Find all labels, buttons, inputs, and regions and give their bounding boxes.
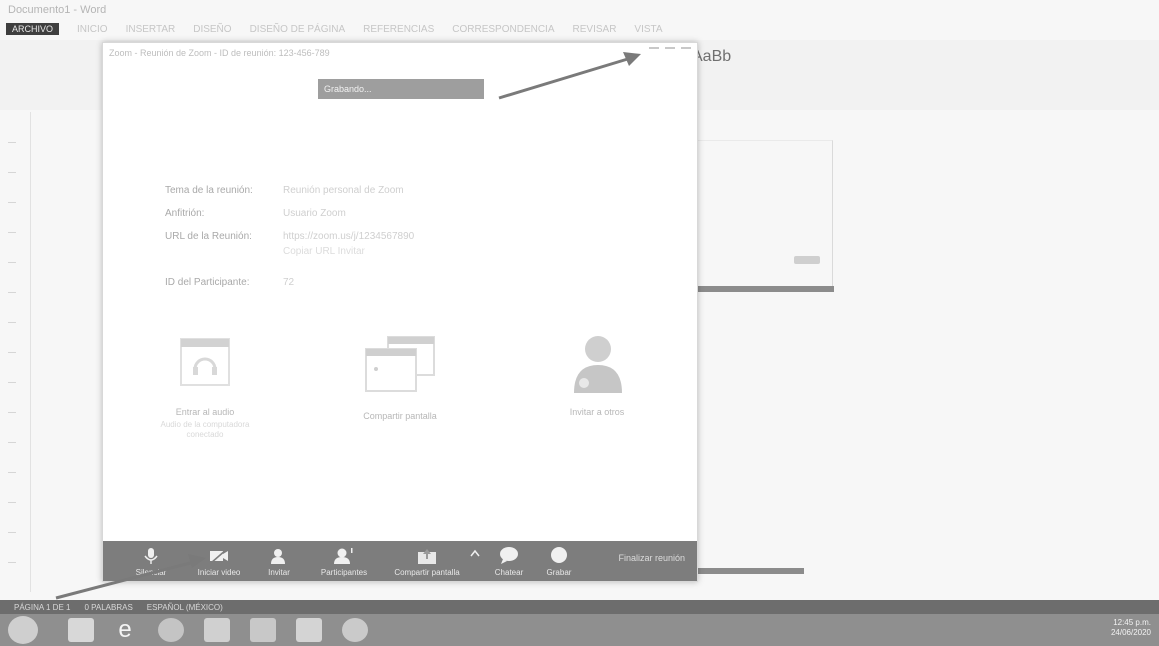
background-dialog [692,140,833,286]
microphone-icon [144,548,158,564]
feature-subcaption: Audio de la computadora conectado [160,420,250,439]
ribbon-tab[interactable]: REFERENCIAS [363,24,434,35]
share-screen-icon [365,336,435,392]
participants-label: Participantes [320,568,368,577]
chat-button[interactable]: Chatear [489,545,529,577]
background-strip [692,568,804,574]
chrome-icon[interactable] [158,618,184,642]
folder-icon[interactable] [250,618,276,642]
chat-bubble-icon [500,547,518,564]
close-icon[interactable] [681,47,691,57]
file-tab[interactable]: ARCHIVO [6,23,60,35]
person-icon [574,336,622,393]
host-value: Usuario Zoom [283,208,346,219]
feature-caption: Entrar al audio [175,407,235,417]
topic-value: Reunión personal de Zoom [283,185,404,196]
headset-window-icon [180,338,230,386]
recording-badge: Grabando... [318,79,484,99]
video-camera-icon [210,548,228,564]
host-label: Anfitrión: [165,208,205,219]
clock-time: 12:45 p.m. [1113,618,1151,627]
join-audio-option[interactable]: Entrar al audio Audio de la computadora … [155,335,255,440]
feature-caption: Invitar a otros [569,407,625,417]
clock-date: 24/06/2020 [1110,628,1151,637]
file-explorer-icon[interactable] [68,618,94,642]
word-count[interactable]: 0 PALABRAS [84,603,132,612]
invite-person-icon [271,549,285,564]
document-title: Documento1 - Word [8,4,107,16]
language-indicator[interactable]: ESPAÑOL (MÉXICO) [147,603,223,612]
vertical-ruler [0,112,31,592]
windows-taskbar: e 12:45 p.m. 24/06/2020 [0,614,1159,646]
ribbon-tab[interactable]: REVISAR [573,24,617,35]
mute-label: Silenciar [135,568,167,577]
participant-id-value: 72 [283,277,295,288]
ribbon-tabs: ARCHIVO INICIO INSERTAR DISEÑO DISEÑO DE… [0,20,1159,38]
share-arrow-icon [418,549,436,564]
minimize-icon[interactable] [649,47,659,57]
start-video-button[interactable]: Iniciar video [193,547,245,577]
ribbon-tab[interactable]: INSERTAR [126,24,176,35]
ribbon-tab[interactable]: VISTA [634,24,662,35]
share-screen-option[interactable]: Compartir pantalla [355,335,445,421]
participant-id-label: ID del Participante: [165,277,250,288]
participants-button[interactable]: Participantes [315,547,373,577]
record-icon [551,547,567,563]
zoom-meeting-window: Zoom - Reunión de Zoom - ID de reunión: … [102,42,698,582]
participants-icon [334,548,353,564]
invite-label: Invitar [268,568,290,577]
ribbon-tab[interactable]: CORRESPONDENCIA [452,24,554,35]
invite-button[interactable]: Invitar [259,547,299,577]
page-count[interactable]: PÁGINA 1 DE 1 [14,603,70,612]
start-button-icon[interactable] [8,616,38,644]
maximize-icon[interactable] [665,47,675,57]
word-app-icon[interactable] [204,618,230,642]
invite-others-option[interactable]: Invitar a otros [547,327,647,417]
ribbon-tab[interactable]: DISEÑO [193,24,231,35]
url-label: URL de la Reunión: [165,231,252,242]
ribbon-tab[interactable]: DISEÑO DE PÁGINA [250,24,346,35]
powerpoint-icon[interactable] [296,618,322,642]
chevron-up-icon [470,549,480,557]
background-strip [692,286,834,292]
end-meeting-button[interactable]: Finalizar reunión [618,553,685,563]
record-button[interactable]: Grabar [539,545,579,577]
meeting-url[interactable]: https://zoom.us/j/1234567890 [283,231,414,242]
zoom-app-icon[interactable] [342,618,368,642]
internet-explorer-icon[interactable]: e [112,618,138,642]
document-status-bar: PÁGINA 1 DE 1 0 PALABRAS ESPAÑOL (MÉXICO… [0,600,1159,614]
start-video-label: Iniciar video [197,568,241,577]
share-options-chevron[interactable] [469,549,481,559]
window-controls [649,47,691,57]
window-title: Zoom - Reunión de Zoom - ID de reunión: … [109,48,330,58]
background-dialog-button[interactable] [794,256,820,264]
url-actions[interactable]: Copiar URL Invitar [283,246,414,257]
record-label: Grabar [546,568,572,577]
mute-button[interactable]: Silenciar [131,547,171,577]
meeting-toolbar: Silenciar Iniciar video Invitar Particip… [103,541,697,581]
feature-caption: Compartir pantalla [363,411,437,421]
share-screen-button[interactable]: Compartir pantalla [387,547,467,577]
share-screen-label: Compartir pantalla [394,568,460,577]
topic-label: Tema de la reunión: [165,185,253,196]
meeting-info: Tema de la reunión: Reunión personal de … [165,185,414,300]
chat-label: Chatear [494,568,524,577]
ribbon-tab[interactable]: INICIO [77,24,108,35]
system-tray-clock[interactable]: 12:45 p.m. 24/06/2020 [1111,618,1151,638]
